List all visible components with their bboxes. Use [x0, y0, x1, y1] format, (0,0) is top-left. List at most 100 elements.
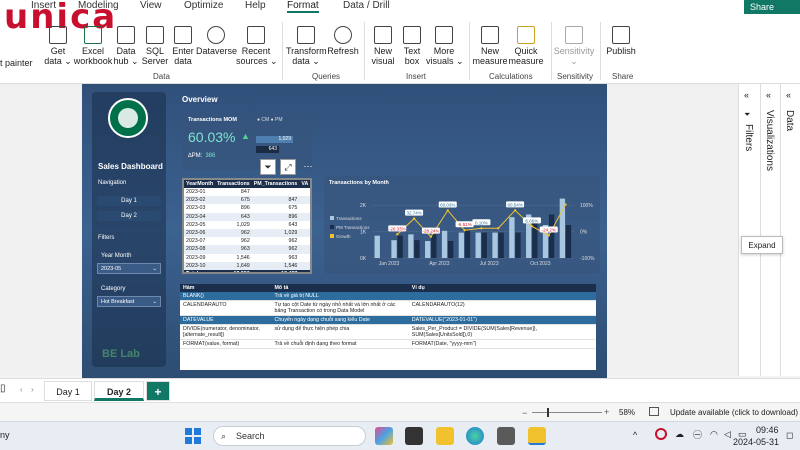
more-visuals-button[interactable]: More visuals ⌄ — [426, 26, 464, 66]
tab-optimize[interactable]: Optimize — [184, 0, 223, 11]
wifi-icon[interactable]: ◠ — [710, 429, 718, 440]
sql-server-button[interactable]: SQL Server — [141, 26, 169, 66]
col-header[interactable]: YearMonth — [184, 180, 216, 188]
filter-icon[interactable]: ⏷ — [260, 159, 276, 175]
page-tab-day2[interactable]: Day 2 — [94, 381, 144, 401]
clock-date[interactable]: 2024-05-31 — [733, 437, 779, 447]
tab-insert[interactable]: Insert — [31, 0, 56, 11]
add-page-button[interactable]: + — [146, 381, 170, 401]
taskbar-widget[interactable]: ny — [0, 430, 10, 440]
file-explorer-icon[interactable] — [436, 427, 454, 445]
focus-mode-icon[interactable]: ⤢ — [280, 159, 296, 175]
table-row[interactable]: 2023-02 675 847 — [184, 196, 310, 205]
table-row[interactable]: FORMAT(value, format) Trả về chuỗi định d… — [180, 339, 596, 349]
col-header[interactable]: Mô tả — [271, 284, 409, 292]
table-row[interactable]: BLANK() Trả về giá trị NULL — [180, 292, 596, 301]
sensitivity-button[interactable]: Sensitivity ⌄ — [553, 26, 595, 66]
chevron-left-icon[interactable]: ‹ — [20, 385, 23, 394]
filters-pane[interactable]: « ⏷ Filters — [738, 84, 760, 376]
chevron-right-icon[interactable]: › — [31, 385, 34, 394]
col-header[interactable]: VA — [299, 180, 310, 188]
new-visual-button[interactable]: New visual — [368, 26, 398, 66]
table-row[interactable]: 2023-04 643 896 — [184, 212, 310, 221]
prev-page-icon[interactable]: ▯ — [0, 383, 6, 394]
transform-data-button[interactable]: Transform data ⌄ — [286, 26, 327, 66]
tab-format[interactable]: Format — [287, 0, 319, 13]
collapse-icon[interactable]: « — [744, 90, 749, 100]
power-bi-icon[interactable] — [528, 427, 546, 445]
clock-time[interactable]: 09:46 — [756, 425, 779, 435]
tab-modeling[interactable]: Modeling — [78, 0, 119, 11]
app-icon[interactable] — [497, 427, 515, 445]
copilot-icon[interactable] — [375, 427, 393, 445]
table-row[interactable]: 2023-07 962 962 — [184, 237, 310, 245]
data-pane[interactable]: « Data — [780, 84, 800, 376]
page-tab-day1[interactable]: Day 1 — [44, 381, 92, 401]
more-options-icon[interactable]: ⋯ — [300, 159, 316, 175]
table-row[interactable]: 2023-01 847 — [184, 188, 310, 196]
publish-button[interactable]: Publish — [604, 26, 638, 56]
table-row[interactable]: DIVIDE(numerator, denominator, [alternat… — [180, 324, 596, 340]
enter-data-button[interactable]: Enter data — [170, 26, 196, 66]
zoom-out-button[interactable]: − — [522, 408, 527, 418]
format-painter-button[interactable]: t painter — [0, 58, 33, 68]
navigation-label: Navigation — [98, 180, 127, 186]
volume-icon[interactable]: ◁ — [724, 429, 731, 440]
taskbar-search[interactable]: ⌕ Search — [213, 426, 366, 446]
report-page[interactable]: Sales Dashboard Navigation Day 1 Day 2 F… — [82, 84, 607, 378]
zoom-in-button[interactable]: + — [604, 407, 609, 417]
windows-start-icon[interactable] — [185, 428, 201, 444]
transactions-table[interactable]: YearMonth Transactions PM_Transactions V… — [182, 178, 312, 274]
table-row[interactable]: CALENDARAUTO Tự tạo cột Date từ ngày nhỏ … — [180, 300, 596, 316]
table-row[interactable]: 2023-08 963 962 — [184, 245, 310, 254]
function-description-table[interactable]: Hàm Mô tả Ví dụ BLANK() Trả về giá trị NU… — [180, 284, 596, 370]
edge-browser-icon[interactable] — [466, 427, 484, 445]
collapse-icon[interactable]: « — [766, 90, 771, 100]
nav-day2-button[interactable]: Day 2 — [97, 211, 161, 221]
dataverse-button[interactable]: Dataverse — [196, 26, 237, 56]
excel-workbook-button[interactable]: Excel workbook — [73, 26, 113, 66]
x-tick-label: Jan 2023 — [379, 261, 400, 267]
chevron-up-icon[interactable]: ^ — [633, 430, 637, 440]
recent-sources-icon — [247, 26, 265, 44]
table-row[interactable]: 2023-10 1,649 1,546 — [184, 261, 310, 270]
terminal-icon[interactable] — [405, 427, 423, 445]
col-header[interactable]: Transactions — [215, 180, 252, 188]
publish-label: Publish — [606, 46, 636, 56]
get-data-button[interactable]: Get data ⌄ — [42, 26, 74, 66]
table-row[interactable]: 2023-06 962 1,029 — [184, 228, 310, 238]
onedrive-icon[interactable]: ☁ — [675, 429, 684, 440]
refresh-button[interactable]: Refresh — [327, 26, 359, 56]
table-row[interactable]: 2023-05 1,029 643 — [184, 221, 310, 229]
tab-data-drill[interactable]: Data / Drill — [343, 0, 390, 11]
tab-help[interactable]: Help — [245, 0, 266, 11]
text-box-button[interactable]: Text box — [399, 26, 425, 66]
quick-measure-button[interactable]: Quick measure — [508, 26, 544, 66]
col-header[interactable]: Ví dụ — [408, 284, 596, 292]
notification-icon[interactable]: ◻ — [786, 430, 793, 441]
data-hub-button[interactable]: Data hub ⌄ — [113, 26, 139, 66]
col-header[interactable]: Hàm — [180, 284, 272, 292]
share-button[interactable]: Share — [744, 0, 800, 14]
tab-view[interactable]: View — [140, 0, 162, 11]
zoom-slider-thumb[interactable] — [547, 408, 549, 417]
update-available-link[interactable]: Update available (click to download) — [670, 408, 798, 417]
fit-page-icon[interactable] — [649, 407, 659, 416]
col-header[interactable]: PM_Transactions — [251, 180, 300, 188]
visualizations-pane[interactable]: « Visualizations — [760, 84, 780, 376]
collapse-icon[interactable]: « — [786, 90, 791, 100]
kpi-legend: ● CM ● PM — [257, 117, 283, 123]
language-icon[interactable]: ㊀ — [693, 428, 702, 441]
transactions-by-month-chart[interactable]: Transactions by Month Transactions PM Tr… — [324, 176, 600, 274]
antivirus-icon[interactable] — [655, 428, 667, 440]
year-month-select[interactable]: 2023-05 ⌄ — [97, 263, 161, 274]
table-row[interactable]: DATEVALUE Chuyển ngày dạng chuỗi sang kiể… — [180, 315, 596, 325]
new-measure-button[interactable]: New measure — [472, 26, 508, 66]
recent-sources-button[interactable]: Recent sources ⌄ — [236, 26, 278, 66]
zoom-slider[interactable] — [532, 412, 602, 413]
table-row[interactable]: 2023-09 1,546 963 — [184, 254, 310, 262]
category-select[interactable]: Hot Breakfast ⌄ — [97, 296, 161, 307]
nav-day1-button[interactable]: Day 1 — [97, 196, 161, 206]
table-cell — [408, 292, 596, 301]
table-row[interactable]: 2023-03 896 675 — [184, 204, 310, 212]
